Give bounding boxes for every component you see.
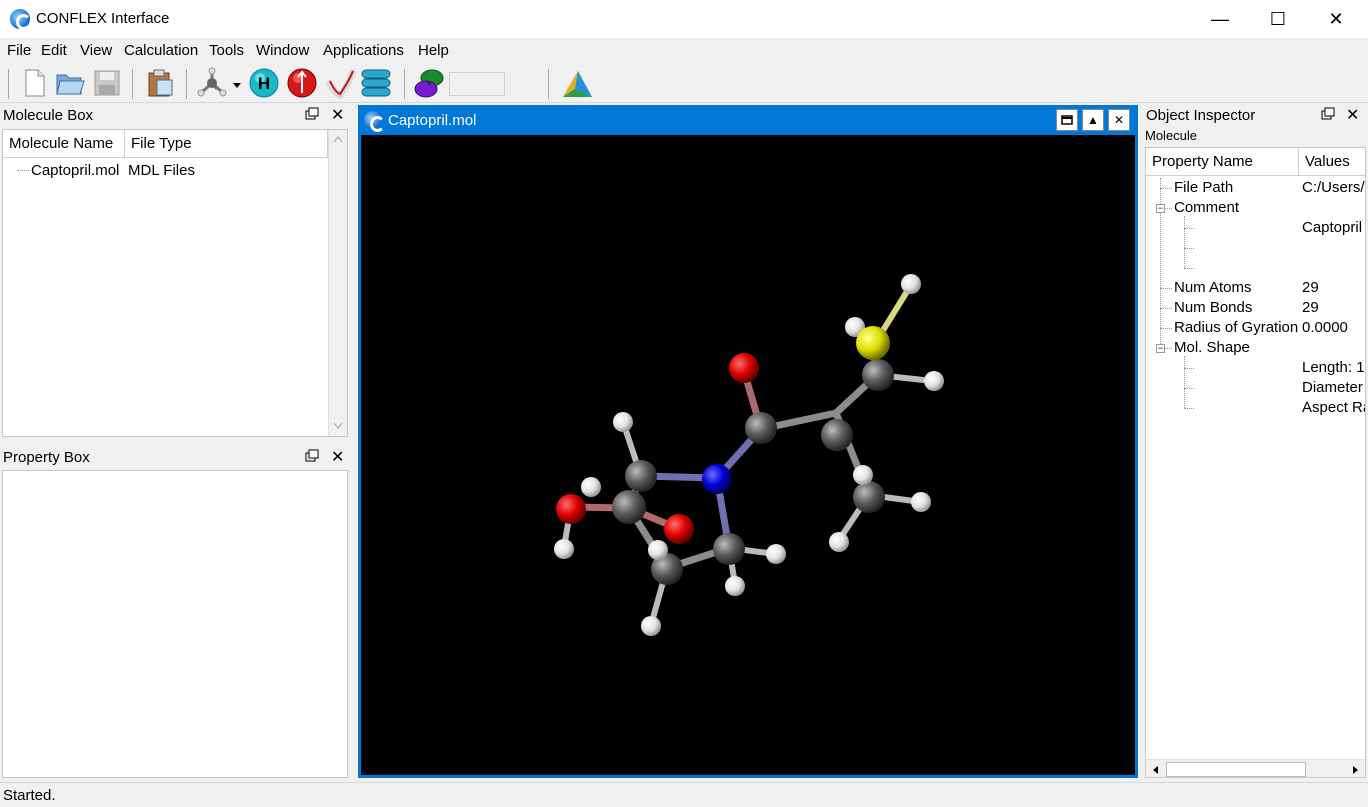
window-title: CONFLEX Interface [36, 10, 170, 27]
clipboard-icon[interactable] [144, 67, 176, 99]
clean-geometry-icon[interactable] [324, 67, 356, 99]
status-text: Started. [3, 787, 56, 804]
conflex-app-icon [10, 9, 31, 30]
molecule-box-title: Molecule Box [3, 107, 94, 124]
scrollbar-thumb[interactable] [1166, 762, 1306, 777]
property-name: Radius of Gyration [1174, 319, 1299, 336]
property-name: Comment [1174, 199, 1240, 216]
property-value: Aspect Ra [1302, 399, 1366, 416]
float-panel-icon[interactable] [1321, 107, 1335, 121]
scroll-up-icon[interactable] [333, 135, 343, 143]
list-item[interactable]: Captopril.mol MDL Files [3, 160, 328, 180]
maximize-button[interactable]: ☐ [1249, 0, 1307, 38]
float-panel-icon[interactable] [305, 107, 319, 121]
status-bar: Started. [0, 782, 1368, 807]
menu-help[interactable]: Help [418, 42, 449, 59]
molecule-viewer-window: Captopril.mol ▲ ✕ [358, 105, 1138, 778]
file-type: MDL Files [128, 162, 195, 179]
vertical-scrollbar[interactable] [328, 130, 347, 436]
object-inspector-title: Object Inspector [1146, 107, 1256, 124]
orbital-icon[interactable] [412, 67, 446, 99]
save-icon[interactable] [92, 67, 122, 99]
add-hydrogen-icon[interactable]: H [248, 67, 280, 99]
object-inspector: Property Name Values − − File Path C:/Us… [1145, 147, 1366, 778]
property-name: Num Atoms [1174, 279, 1252, 296]
column-header-file-type[interactable]: File Type [125, 130, 328, 158]
viewer-title: Captopril.mol [388, 112, 477, 129]
toolbar-grip[interactable] [8, 69, 12, 99]
menu-bar: File Edit View Calculation Tools Window … [0, 38, 1368, 63]
new-file-icon[interactable] [20, 67, 48, 99]
object-inspector-subtitle: Molecule [1145, 128, 1198, 143]
property-name: Num Bonds [1174, 299, 1253, 316]
conflex-app-icon [364, 111, 385, 132]
viewer-title-bar[interactable]: Captopril.mol ▲ ✕ [358, 105, 1138, 135]
property-box [2, 470, 348, 778]
property-box-title: Property Box [3, 449, 90, 466]
property-value: 0.0000 [1302, 319, 1348, 336]
molecule-3d-viewport[interactable] [361, 135, 1135, 775]
restore-button[interactable] [1056, 109, 1078, 131]
conformer-list-icon[interactable] [360, 67, 392, 99]
collapse-icon[interactable]: − [1156, 204, 1165, 213]
menu-view[interactable]: View [80, 42, 112, 59]
scroll-right-icon[interactable] [1352, 765, 1360, 775]
conflex-search-icon[interactable] [560, 67, 594, 99]
property-value: Length: 1 [1302, 359, 1365, 376]
close-panel-icon[interactable]: ✕ [1346, 105, 1359, 125]
open-folder-icon[interactable] [54, 67, 86, 99]
property-value: Diameter [1302, 379, 1363, 396]
menu-tools[interactable]: Tools [209, 42, 244, 59]
column-header-values[interactable]: Values [1299, 148, 1365, 176]
horizontal-scrollbar[interactable] [1146, 759, 1365, 777]
close-panel-icon[interactable]: ✕ [331, 105, 344, 125]
property-value: Captopril [1302, 219, 1363, 236]
float-panel-icon[interactable] [305, 449, 319, 463]
molecule-name: Captopril.mol [31, 162, 120, 179]
property-name: Mol. Shape [1174, 339, 1250, 356]
molecule-builder-icon[interactable] [196, 67, 244, 99]
maximize-child-button[interactable]: ▲ [1082, 109, 1104, 131]
menu-edit[interactable]: Edit [41, 42, 67, 59]
property-value: 29 [1302, 279, 1319, 296]
toolbar-text-field[interactable] [449, 72, 505, 96]
column-header-molecule-name[interactable]: Molecule Name [3, 130, 125, 158]
toolbar: H [0, 63, 1368, 103]
minimize-button[interactable]: — [1191, 0, 1249, 38]
menu-calculation[interactable]: Calculation [124, 42, 198, 59]
menu-window[interactable]: Window [256, 42, 309, 59]
column-header-property-name[interactable]: Property Name [1146, 148, 1299, 176]
svg-text:H: H [258, 74, 270, 93]
title-bar: CONFLEX Interface — ☐ ✕ [0, 0, 1368, 38]
property-value: 29 [1302, 299, 1319, 316]
molecule-box-header: Molecule Name File Type [3, 130, 328, 158]
property-value: C:/Users/c [1302, 179, 1366, 196]
collapse-icon[interactable]: − [1156, 344, 1165, 353]
charge-atom-icon[interactable] [286, 67, 318, 99]
menu-applications[interactable]: Applications [323, 42, 404, 59]
molecule-box: Molecule Name File Type Captopril.mol MD… [2, 129, 348, 437]
menu-file[interactable]: File [7, 42, 31, 59]
close-panel-icon[interactable]: ✕ [331, 447, 344, 467]
close-button[interactable]: ✕ [1307, 0, 1365, 38]
inspector-header: Property Name Values [1146, 148, 1365, 176]
scroll-left-icon[interactable] [1151, 765, 1159, 775]
close-child-button[interactable]: ✕ [1108, 109, 1130, 131]
scroll-down-icon[interactable] [333, 422, 343, 430]
captopril-molecule-render[interactable] [361, 135, 1135, 775]
property-name: File Path [1174, 179, 1234, 196]
